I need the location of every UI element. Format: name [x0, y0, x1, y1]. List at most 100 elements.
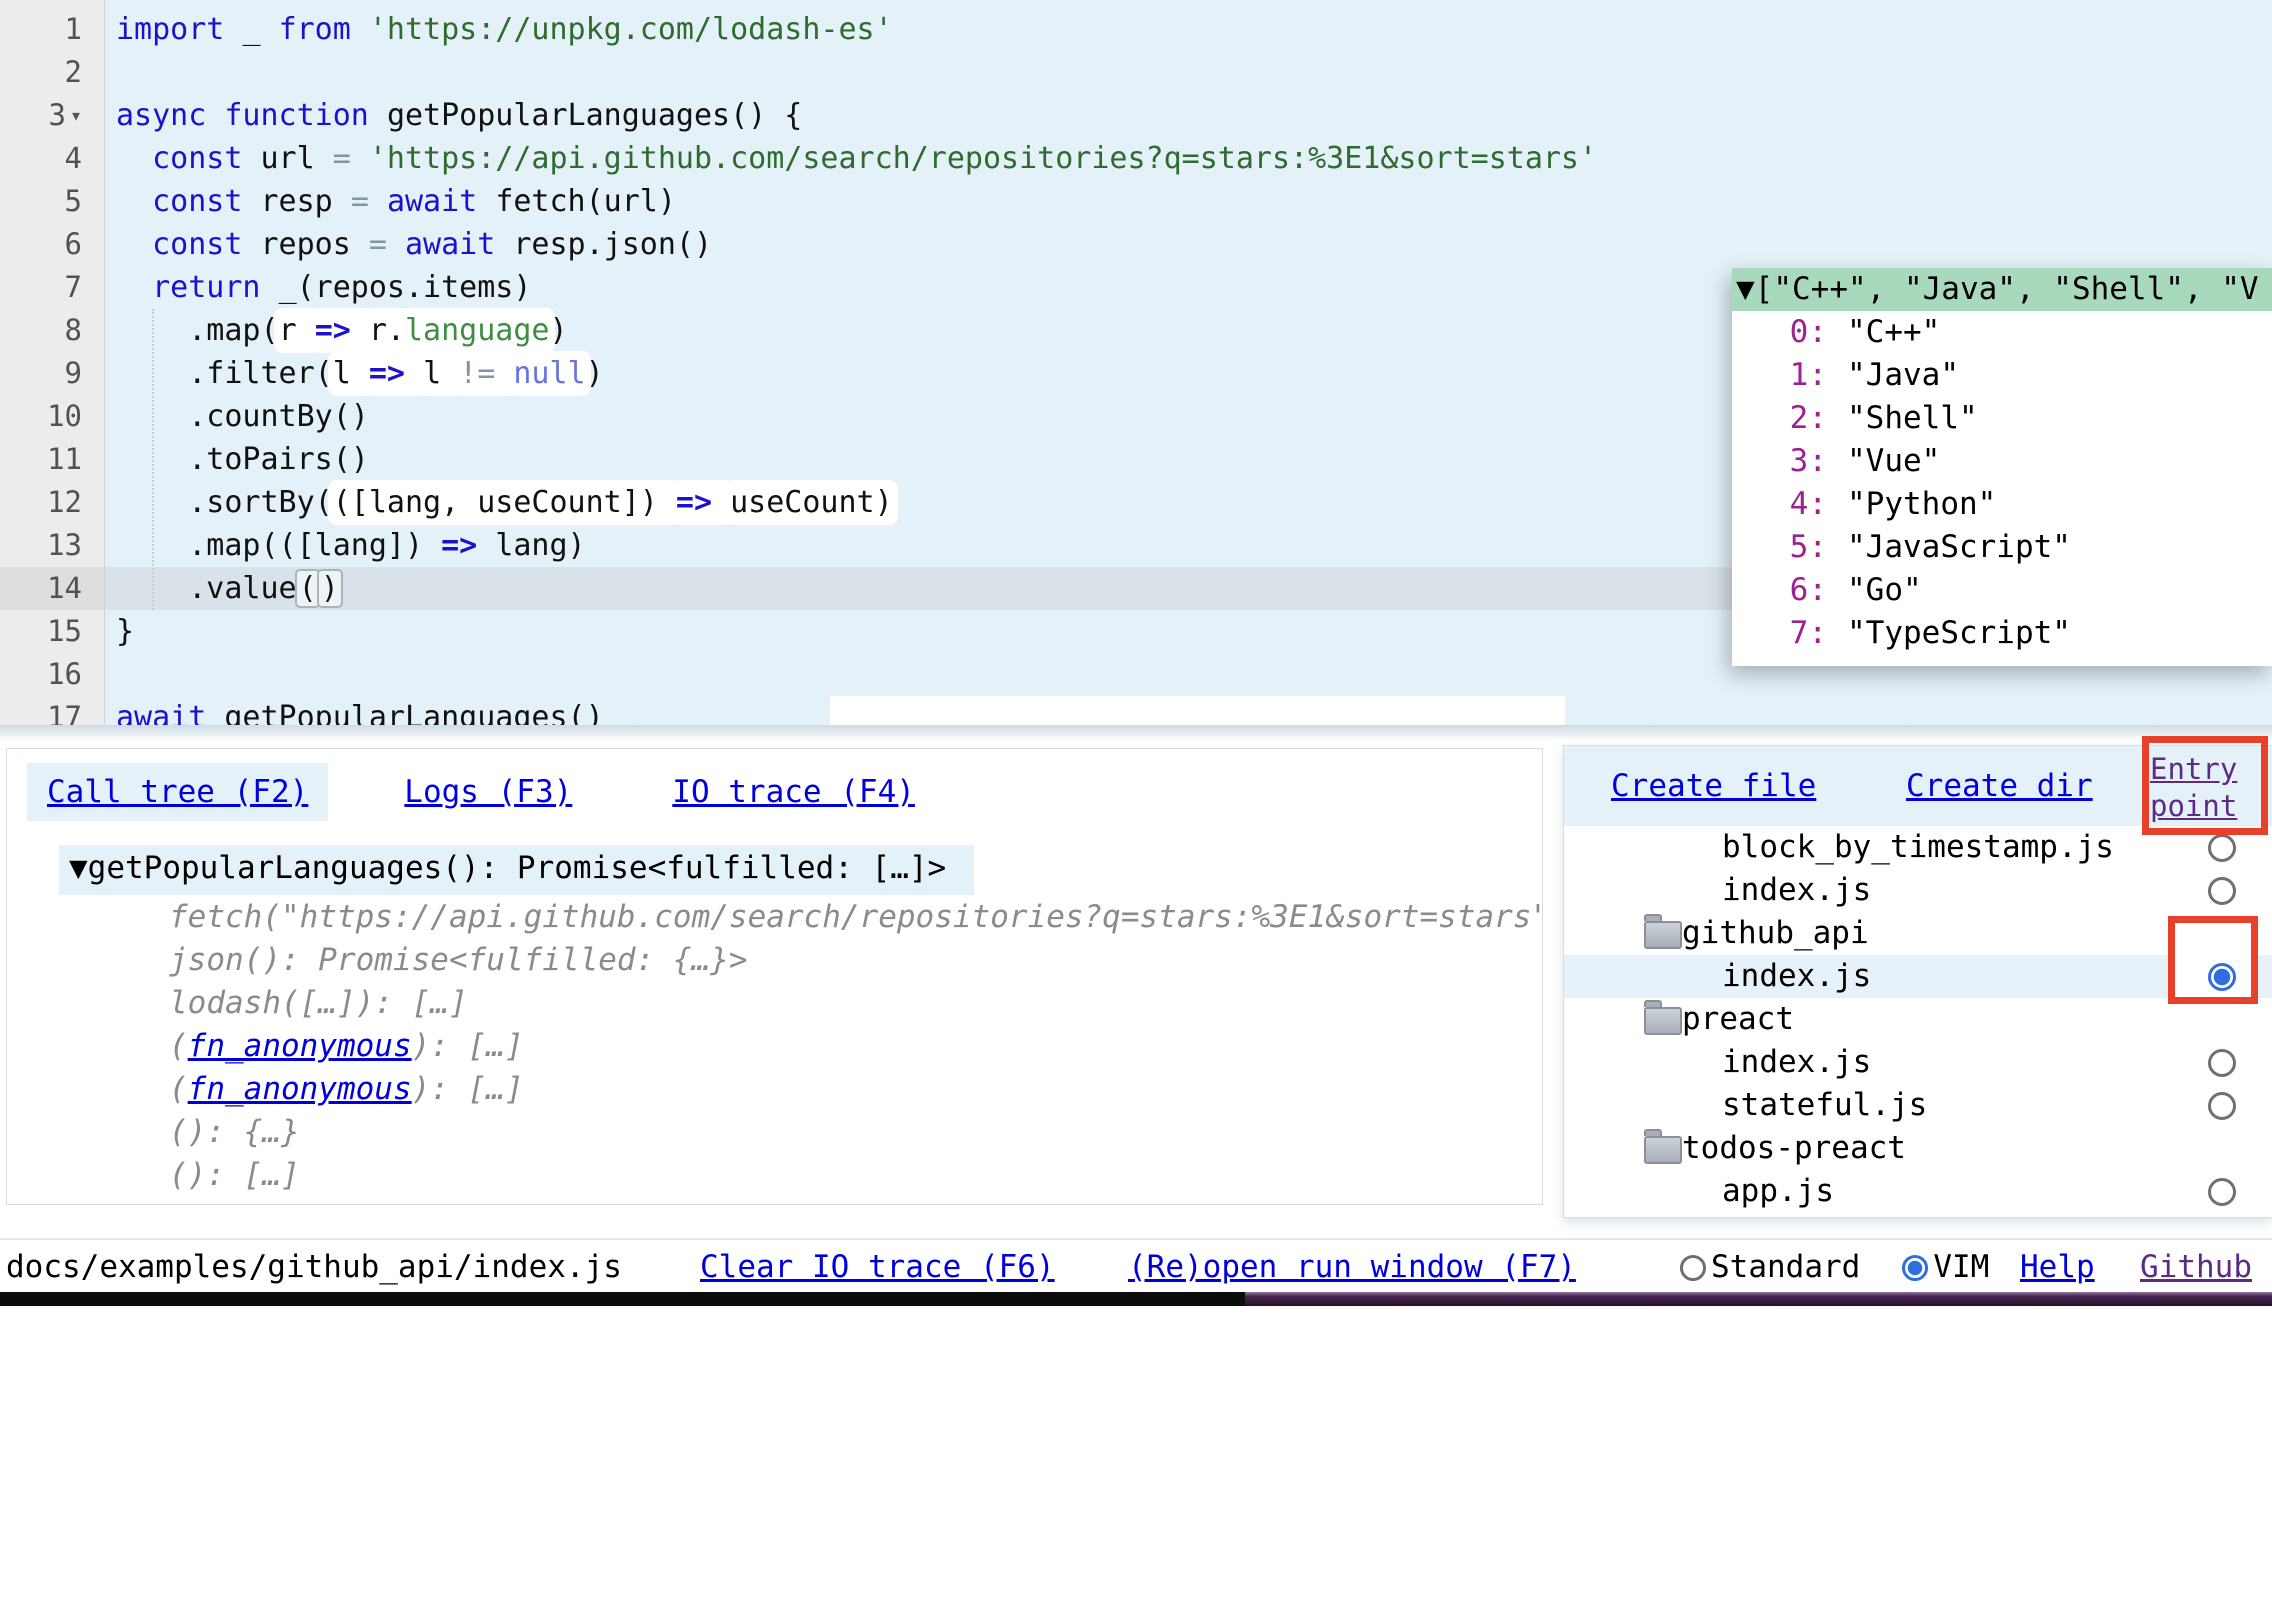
current-file-path: docs/examples/github_api/index.js [6, 1240, 622, 1294]
code-token: await [116, 700, 206, 725]
mode-option-vim[interactable]: VIM [1902, 1249, 1989, 1285]
file-row[interactable]: app.js [1564, 1170, 2272, 1213]
code-token: fetch(url) [495, 184, 676, 219]
file-row[interactable]: block_by_timestamp.js [1564, 826, 2272, 869]
code-token: = [333, 141, 369, 176]
file-row[interactable]: index.js [1564, 869, 2272, 912]
call-tree-row-text: ( [169, 1200, 188, 1205]
help-link[interactable]: Help [2020, 1240, 2095, 1294]
inspector-item: 2:"Shell" [1732, 397, 2272, 440]
dir-row[interactable]: todos-preact [1564, 1127, 2272, 1170]
inspector-item-value: "JavaScript" [1827, 529, 2071, 565]
fn-anonymous-link[interactable]: fn_anonymous [188, 1071, 412, 1107]
entry-point-radio[interactable] [2208, 963, 2236, 991]
code-token: return [152, 270, 278, 305]
line-number: 12 [47, 481, 82, 524]
create-file-link[interactable]: Create file [1611, 746, 1816, 826]
entry-point-link[interactable]: Entry point [2150, 751, 2262, 825]
line-number: 15 [47, 610, 82, 653]
file-row[interactable]: index.js [1564, 1041, 2272, 1084]
entry-point-radio[interactable] [2208, 1092, 2236, 1120]
inspector-header[interactable]: ▼["C++", "Java", "Shell", "V [1732, 268, 2272, 311]
fold-marker-icon[interactable]: ▾ [70, 103, 82, 127]
desktop-edge [1245, 1292, 2272, 1306]
fn-anonymous-link[interactable]: fn_anonymous [188, 1200, 412, 1205]
inspector-item-value: "Java" [1827, 357, 1959, 393]
create-dir-link[interactable]: Create dir [1906, 746, 2093, 826]
github-link[interactable]: Github [2140, 1240, 2252, 1294]
code-token: 'https://unpkg.com/lodash-es' [369, 12, 893, 47]
file-row[interactable]: stateful.js [1564, 1084, 2272, 1127]
code-token: .filter( [116, 356, 333, 391]
code-line[interactable]: const repos = await resp.json() [105, 223, 2272, 266]
tab-call-tree-label[interactable]: Call tree (F2) [47, 774, 308, 810]
fn-anonymous-link[interactable]: fn_anonymous [188, 1028, 412, 1064]
mode-radio[interactable] [1902, 1255, 1928, 1281]
code-token: r [279, 313, 315, 348]
clear-io-trace-link[interactable]: Clear IO trace (F6) [700, 1240, 1055, 1294]
call-tree-row-text: ( [169, 1071, 188, 1107]
bottom-tabs: Call tree (F2) Logs (F3) IO trace (F4) [27, 763, 935, 821]
call-tree-row[interactable]: (fn_anonymous): […] [169, 1197, 1543, 1205]
mode-label: Standard [1711, 1249, 1860, 1285]
entry-point-radio[interactable] [2208, 834, 2236, 862]
value-highlight-strip [830, 696, 1565, 725]
dir-name: todos-preact [1682, 1130, 1906, 1166]
call-tree-row[interactable]: (fn_anonymous): […] [169, 1068, 1543, 1111]
code-token: _ [242, 12, 278, 47]
file-name: index.html [1722, 1216, 1909, 1218]
file-row[interactable]: index.js [1564, 955, 2272, 998]
tab-logs-label[interactable]: Logs (F3) [404, 774, 572, 810]
tab-io-trace[interactable]: IO trace (F4) [652, 763, 935, 821]
code-token: l [423, 356, 459, 391]
line-number: 3▾ [48, 94, 82, 137]
call-tree-row[interactable]: (): {…} [169, 1111, 1543, 1154]
line-number: 6 [65, 223, 82, 266]
inspector-item: 7:"TypeScript" [1732, 612, 2272, 655]
call-tree-row[interactable]: lodash([…]): […] [169, 982, 1543, 1025]
code-token: ) [586, 356, 604, 391]
code-token: url [261, 141, 333, 176]
file-name: index.js [1722, 1044, 1871, 1080]
file-name: index.js [1722, 958, 1871, 994]
code-token: 'https://api.github.com/search/repositor… [369, 141, 1597, 176]
value-inspector-popup: ▼["C++", "Java", "Shell", "V 0:"C++"1:"J… [1732, 268, 2272, 666]
call-tree-root-row[interactable]: ▼getPopularLanguages(): Promise<fulfille… [59, 845, 974, 895]
call-tree-panel: Call tree (F2) Logs (F3) IO trace (F4) ▼… [6, 748, 1543, 1205]
inspector-item-index: 2: [1732, 397, 1827, 440]
mode-option-standard[interactable]: Standard [1680, 1249, 1860, 1285]
code-line[interactable] [105, 51, 2272, 94]
file-row[interactable]: index.html [1564, 1213, 2272, 1218]
code-token: } [116, 614, 134, 649]
code-token: => [369, 356, 423, 391]
call-tree-row[interactable]: (fn_anonymous): […] [169, 1025, 1543, 1068]
code-line[interactable]: const url = 'https://api.github.com/sear… [105, 137, 2272, 180]
call-tree-row[interactable]: fetch("https://api.github.com/search/rep… [169, 896, 1543, 939]
reopen-run-window-link[interactable]: (Re)open run window (F7) [1128, 1240, 1576, 1294]
dir-row[interactable]: preact [1564, 998, 2272, 1041]
call-tree-row[interactable]: json(): Promise<fulfilled: {…}> [169, 939, 1543, 982]
entry-point-radio[interactable] [2208, 1178, 2236, 1206]
tab-io-trace-label[interactable]: IO trace (F4) [672, 774, 915, 810]
line-number: 11 [47, 438, 82, 481]
code-token: from [279, 12, 369, 47]
line-number: 10 [47, 395, 82, 438]
line-number: 9 [65, 352, 82, 395]
code-line[interactable]: async function getPopularLanguages() { [105, 94, 2272, 137]
code-token [116, 227, 152, 262]
dir-row[interactable]: github_api [1564, 912, 2272, 955]
entry-point-radio[interactable] [2208, 1049, 2236, 1077]
code-line[interactable]: const resp = await fetch(url) [105, 180, 2272, 223]
file-name: block_by_timestamp.js [1722, 829, 2114, 865]
code-line[interactable]: import _ from 'https://unpkg.com/lodash-… [105, 8, 2272, 51]
code-token: ) [550, 313, 568, 348]
file-browser-panel: Create file Create dir Entry point block… [1563, 745, 2272, 1218]
tab-call-tree[interactable]: Call tree (F2) [27, 763, 328, 821]
mode-radio[interactable] [1680, 1255, 1706, 1281]
call-tree-row[interactable]: (): […] [169, 1154, 1543, 1197]
code-token: .sortBy( [116, 485, 333, 520]
code-token: .map(([lang]) [116, 528, 441, 563]
entry-point-radio[interactable] [2208, 877, 2236, 905]
tab-logs[interactable]: Logs (F3) [384, 763, 592, 821]
code-token: await [405, 227, 513, 262]
